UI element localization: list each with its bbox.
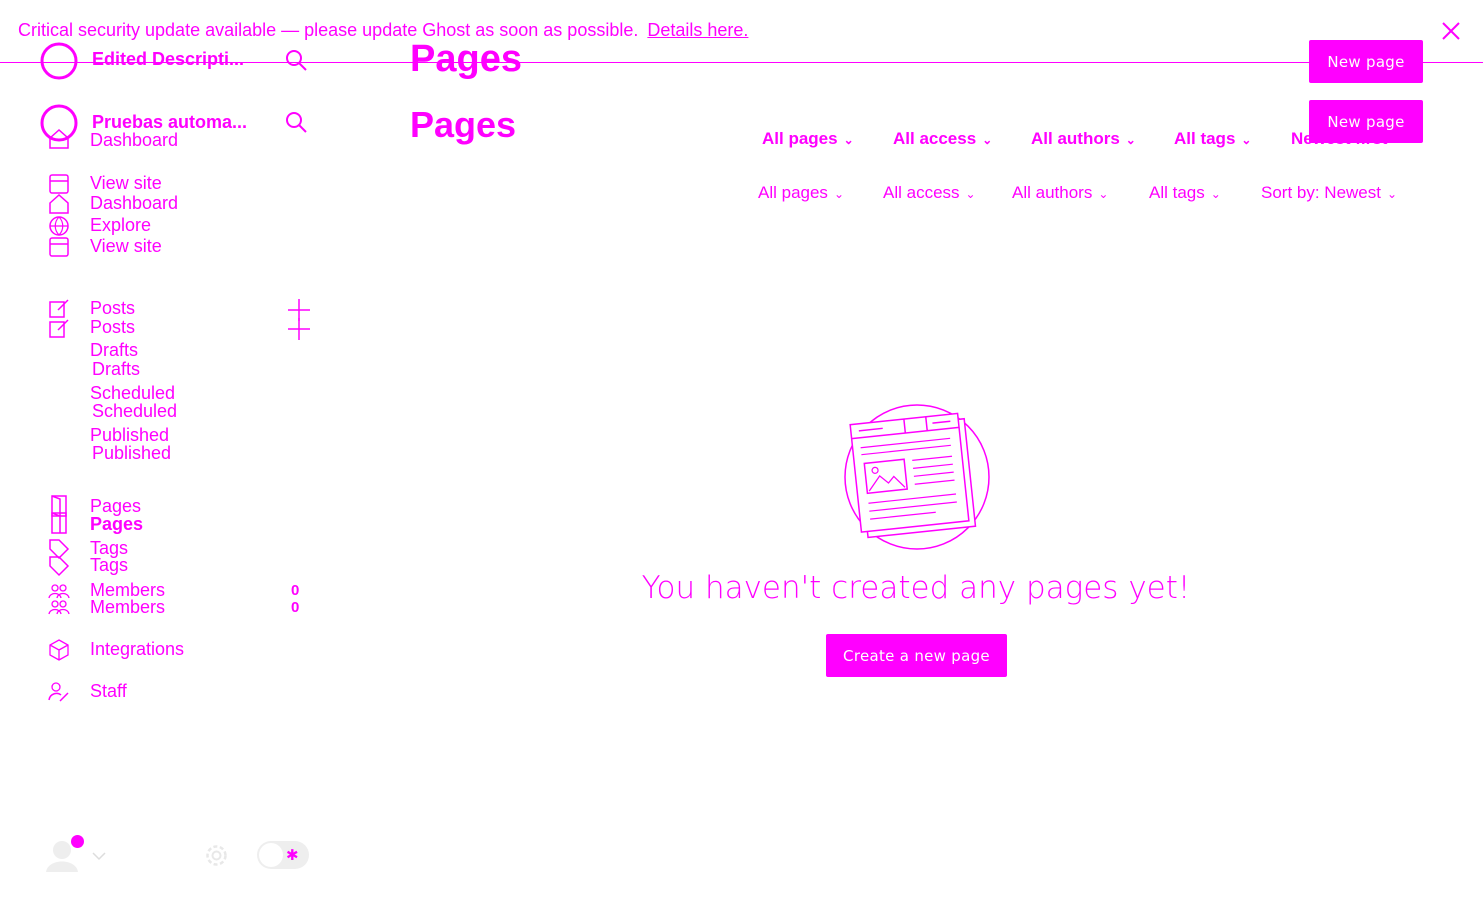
sidebar-item-pages[interactable]: Pages xyxy=(90,514,143,535)
chevron-down-icon: ⌄ xyxy=(843,133,854,147)
site-title-top[interactable]: Edited Descripti... xyxy=(92,49,244,70)
sidebar-item-explore[interactable]: Explore xyxy=(90,215,151,236)
filter-label: All pages xyxy=(758,183,828,202)
theme-toggle[interactable]: ✱ xyxy=(257,841,309,869)
filter-all-pages[interactable]: All pages ⌄ xyxy=(758,183,844,203)
empty-pages-illustration xyxy=(842,402,992,552)
sidebar-item-posts[interactable]: Posts xyxy=(90,317,135,338)
chevron-down-icon: ⌄ xyxy=(1098,187,1109,201)
edit-icon xyxy=(48,297,70,319)
chevron-down-icon: ⌄ xyxy=(982,133,993,147)
filter-all-authors[interactable]: All authors ⌄ xyxy=(1031,129,1136,149)
gear-icon[interactable] xyxy=(203,842,230,869)
chevron-down-icon: ⌄ xyxy=(833,187,844,201)
members-count: 0 xyxy=(291,582,300,599)
sidebar-item-members[interactable]: Members xyxy=(90,597,165,618)
browser-icon xyxy=(48,173,70,195)
members-count: 0 xyxy=(291,599,300,616)
filter-all-authors[interactable]: All authors ⌄ xyxy=(1012,183,1108,203)
chevron-down-icon: ⌄ xyxy=(1125,133,1136,147)
banner-details-link[interactable]: Details here. xyxy=(647,20,748,40)
sidebar-item-dashboard[interactable]: Dashboard xyxy=(90,193,178,214)
sidebar-item-view-site[interactable]: View site xyxy=(90,173,162,194)
home-icon xyxy=(48,128,70,150)
filter-label: All tags xyxy=(1174,129,1236,148)
sidebar-item-posts[interactable]: Posts xyxy=(90,298,135,319)
filter-all-tags[interactable]: All tags ⌄ xyxy=(1149,183,1221,203)
close-icon[interactable] xyxy=(1440,20,1462,42)
filter-label: Newest first xyxy=(1291,129,1388,148)
filter-label: Sort by: Newest xyxy=(1261,183,1381,202)
page-title: Pages xyxy=(410,38,522,80)
chevron-down-icon: ⌄ xyxy=(1241,133,1252,147)
sidebar-item-tags[interactable]: Tags xyxy=(90,555,128,576)
filter-label: All authors xyxy=(1031,129,1120,148)
edit-icon xyxy=(48,317,70,339)
staff-icon xyxy=(48,681,70,703)
chevron-down-icon[interactable] xyxy=(92,848,106,861)
site-logo-icon xyxy=(40,42,78,80)
page-title: Pages xyxy=(410,104,517,145)
tag-icon xyxy=(48,555,70,577)
pages-icon xyxy=(48,512,70,534)
chevron-down-icon: ⌄ xyxy=(1210,187,1221,201)
sidebar-item-dashboard[interactable]: Dashboard xyxy=(90,130,178,151)
toggle-knob xyxy=(259,843,283,867)
sidebar-item-view-site[interactable]: View site xyxy=(90,236,162,257)
notification-dot xyxy=(71,835,84,848)
sidebar-item-integrations[interactable]: Integrations xyxy=(90,639,184,660)
filter-all-pages[interactable]: All pages ⌄ xyxy=(762,129,854,149)
sidebar-item-published[interactable]: Published xyxy=(92,443,171,464)
sidebar-item-scheduled[interactable]: Scheduled xyxy=(92,401,177,422)
filter-all-tags[interactable]: All tags ⌄ xyxy=(1174,129,1251,149)
integrations-icon xyxy=(48,639,70,661)
create-new-page-button[interactable]: Create a new page xyxy=(826,634,1007,677)
filter-all-access[interactable]: All access ⌄ xyxy=(893,129,992,149)
sidebar-item-drafts[interactable]: Drafts xyxy=(90,340,138,361)
sidebar-item-drafts[interactable]: Drafts xyxy=(92,359,140,380)
security-banner: Critical security update available — ple… xyxy=(18,20,748,41)
new-page-button[interactable]: New page xyxy=(1309,40,1423,83)
empty-state-message: You haven't created any pages yet! xyxy=(641,570,1191,606)
browser-icon xyxy=(48,236,70,258)
filter-sort[interactable]: Sort by: Newest ⌄ xyxy=(1261,183,1397,203)
sidebar-item-staff[interactable]: Staff xyxy=(90,681,127,702)
filter-label: All authors xyxy=(1012,183,1093,202)
filter-label: All tags xyxy=(1149,183,1205,202)
home-icon xyxy=(48,193,70,215)
filter-label: All pages xyxy=(762,129,838,148)
banner-message: Critical security update available — ple… xyxy=(18,20,639,40)
filter-label: All access xyxy=(883,183,960,202)
filter-label: All access xyxy=(893,129,977,148)
chevron-down-icon: ⌄ xyxy=(1387,187,1398,201)
globe-icon xyxy=(48,215,70,237)
moon-icon: ✱ xyxy=(286,847,299,864)
search-icon[interactable] xyxy=(284,48,308,72)
filter-all-access[interactable]: All access ⌄ xyxy=(883,183,976,203)
chevron-down-icon: ⌄ xyxy=(965,187,976,201)
search-icon[interactable] xyxy=(284,110,308,134)
members-icon xyxy=(48,598,70,620)
add-post-icon[interactable] xyxy=(287,317,311,341)
filter-sort[interactable]: Newest first xyxy=(1291,129,1391,149)
